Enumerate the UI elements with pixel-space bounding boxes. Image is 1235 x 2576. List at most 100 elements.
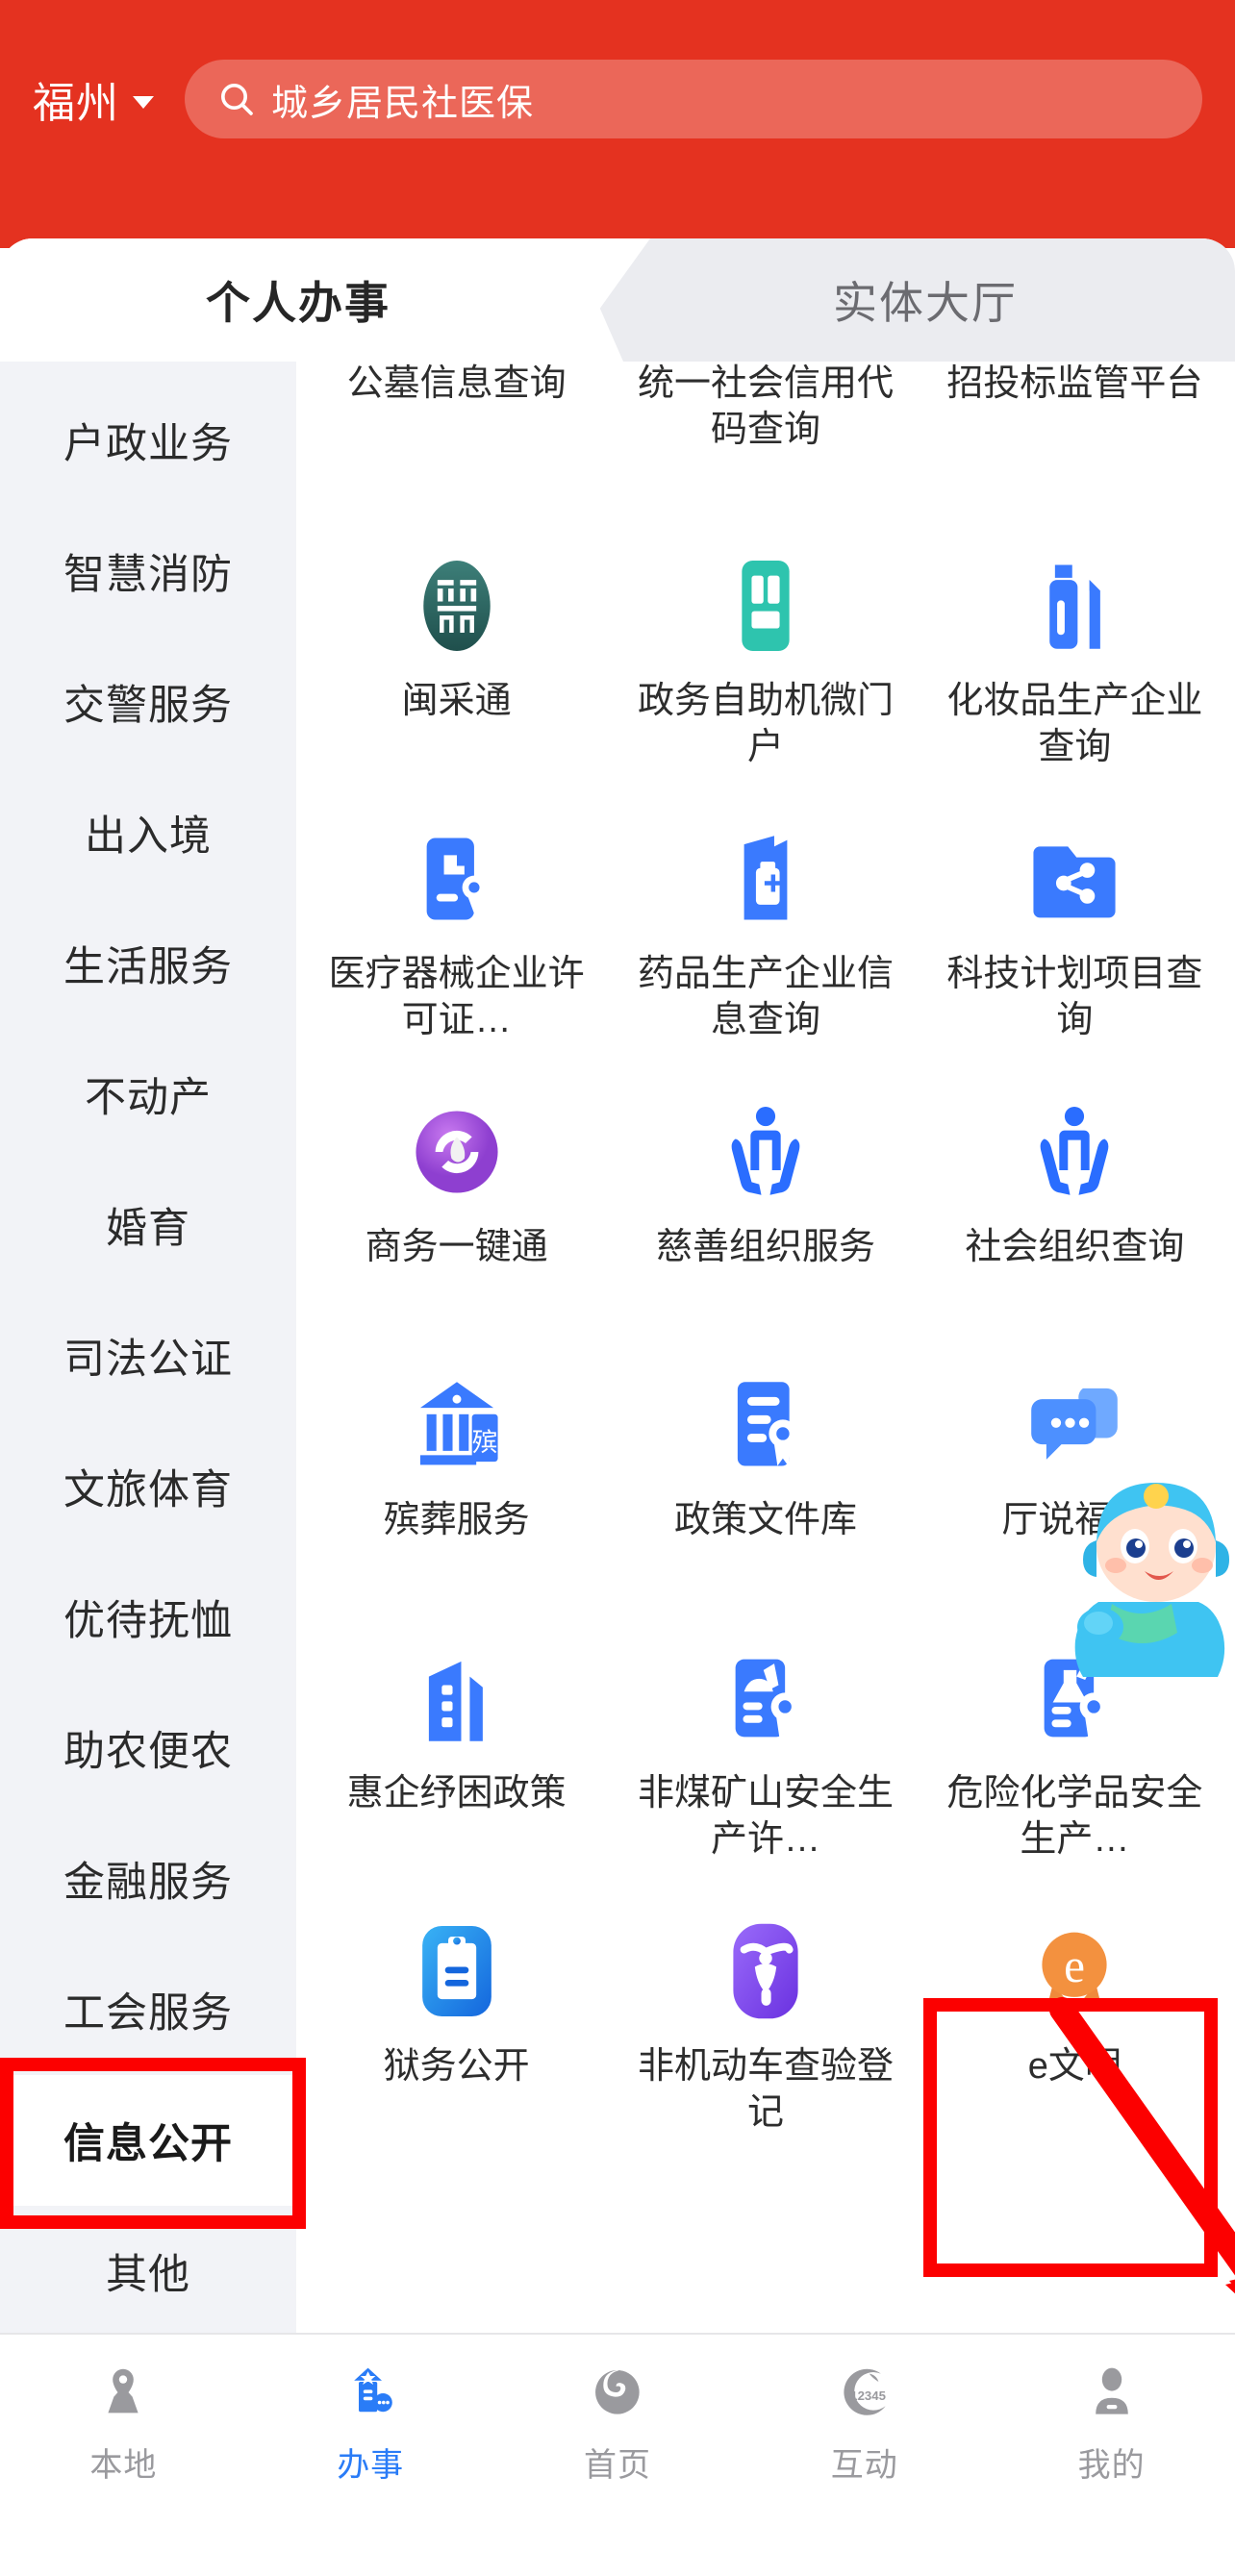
- service-cell[interactable]: 厅说福建: [920, 1354, 1229, 1627]
- search-input-value[interactable]: 城乡居民社医保: [271, 73, 534, 126]
- service-cell[interactable]: 医疗器械企业许可证…: [302, 808, 611, 1081]
- chat-bubbles-icon: [1019, 1369, 1130, 1481]
- tab-label: 实体大厅: [833, 278, 1018, 328]
- tab-personal-services[interactable]: 个人办事: [0, 238, 596, 362]
- service-cell[interactable]: 政策文件库: [611, 1354, 920, 1627]
- service-cell-label: 科技计划项目查询: [946, 954, 1203, 1040]
- tab-physical-hall[interactable]: 实体大厅: [616, 238, 1235, 362]
- sidebar-item-label: 助农便农: [63, 1729, 233, 1775]
- sidebar-item[interactable]: 金融服务: [0, 1813, 296, 1944]
- category-sidebar[interactable]: 户政业务智慧消防交警服务出入境生活服务不动产 婚育司法公证文旅体育优待抚恤助农便农…: [0, 362, 296, 2333]
- city-label: 福州: [33, 80, 119, 127]
- bottom-nav-label: 本地: [89, 2447, 158, 2484]
- hotline-12345-icon: 12345: [833, 2362, 896, 2425]
- service-cell[interactable]: 非煤矿山安全生产许…: [611, 1627, 920, 1900]
- service-cell-label: 慈善组织服务: [655, 1227, 875, 1267]
- service-cell[interactable]: 政务自助机微门户: [611, 535, 920, 808]
- header-row: 福州 城乡居民社医保: [0, 46, 1235, 152]
- service-cell-label: 社会组织查询: [965, 1227, 1185, 1267]
- medical-device-license-icon: [401, 823, 513, 935]
- sidebar-item-label: 文旅体育: [63, 1467, 233, 1513]
- sidebar-item-label: 出入境: [85, 813, 212, 860]
- tab-bar: 个人办事 实体大厅: [0, 238, 1235, 362]
- sidebar-item-label: 工会服务: [63, 1990, 233, 2037]
- sidebar-item-label: 金融服务: [63, 1860, 233, 1906]
- service-cell[interactable]: 统一社会信用代码查询: [611, 362, 920, 535]
- service-cell-label: 公墓信息查询: [346, 363, 567, 404]
- sidebar-item[interactable]: 智慧消防: [0, 506, 296, 637]
- service-cell-label: 狱务公开: [383, 2046, 530, 2087]
- sidebar-item[interactable]: 生活服务: [0, 898, 296, 1029]
- bottom-nav-item[interactable]: 办事: [247, 2362, 494, 2486]
- app-root: 福州 城乡居民社医保 个人办事 实体大厅 户政业务 智慧消防 交警服务 出入境 …: [0, 0, 1235, 2576]
- service-cell[interactable]: 危险化学品安全生产…: [920, 1627, 1229, 1900]
- sidebar-item-label: 户政业务: [63, 421, 233, 467]
- sidebar-item[interactable]: 不动产: [0, 1029, 296, 1160]
- sidebar-item-label: 其他: [106, 2252, 190, 2298]
- bottom-nav-label: 办事: [337, 2447, 405, 2484]
- service-cell-label: 商务一键通: [365, 1227, 548, 1267]
- service-grid-wrapper: 公墓信息查询 统一社会信用代码查询 招投标监管平台闽采通 政务自助机微门户 化妆品生产企…: [296, 362, 1235, 2333]
- sidebar-item[interactable]: 信息公开: [0, 2075, 296, 2206]
- sidebar-item[interactable]: 出入境: [0, 767, 296, 898]
- service-cell[interactable]: 药品生产企业信息查询: [611, 808, 920, 1081]
- body-area: 户政业务智慧消防交警服务出入境生活服务不动产 婚育司法公证文旅体育优待抚恤助农便农…: [0, 362, 1235, 2333]
- sidebar-item-label: 生活服务: [63, 944, 233, 990]
- hazchem-license-icon: [1019, 1642, 1130, 1754]
- service-cell-label: 非机动车查验登记: [637, 2046, 894, 2133]
- search-bar[interactable]: 城乡居民社医保: [185, 60, 1202, 138]
- science-folder-icon: [1019, 823, 1130, 935]
- service-cell[interactable]: 非机动车查验登记: [611, 1900, 920, 2173]
- bottom-nav-item[interactable]: 12345 互动: [741, 2362, 988, 2486]
- city-selector[interactable]: 福州: [33, 68, 154, 130]
- ebike-icon: [710, 1915, 821, 2027]
- bottom-nav-label: 首页: [583, 2447, 651, 2484]
- sidebar-item[interactable]: 婚育: [0, 1160, 296, 1290]
- sidebar-item[interactable]: 司法公证: [0, 1290, 296, 1421]
- app-header: 福州 城乡居民社医保: [0, 0, 1235, 248]
- sidebar-item[interactable]: 户政业务: [0, 375, 296, 506]
- mine-safety-license-icon: [710, 1642, 821, 1754]
- service-cell[interactable]: 公墓信息查询: [302, 362, 611, 535]
- service-cell[interactable]: 惠企纾困政策: [302, 1627, 611, 1900]
- service-cell[interactable]: 闽采通: [302, 535, 611, 808]
- service-cell[interactable]: 科技计划项目查询: [920, 808, 1229, 1081]
- bottom-nav-item[interactable]: 本地: [0, 2362, 247, 2486]
- service-cell-label: 非煤矿山安全生产许…: [637, 1773, 894, 1860]
- service-cell-label: 殡葬服务: [383, 1500, 530, 1540]
- service-cell[interactable]: 化妆品生产企业查询: [920, 535, 1229, 808]
- service-cell[interactable]: 殡殡葬服务: [302, 1354, 611, 1627]
- bottom-nav-item[interactable]: 我的: [988, 2362, 1235, 2486]
- service-building-icon: [339, 2362, 402, 2425]
- drug-factory-icon: [710, 823, 821, 935]
- e-civilization-medal-icon: e: [1019, 1915, 1130, 2027]
- bottom-navigation[interactable]: 本地 办事 首页 12345 互动 我的: [0, 2333, 1235, 2576]
- sidebar-item[interactable]: 其他: [0, 2206, 296, 2333]
- service-cell[interactable]: 社会组织查询: [920, 1081, 1229, 1354]
- bottom-nav-item[interactable]: 首页: [494, 2362, 742, 2486]
- funeral-hall-icon: 殡: [401, 1369, 513, 1481]
- service-cell[interactable]: 慈善组织服务: [611, 1081, 920, 1354]
- service-cell-label: 化妆品生产企业查询: [946, 681, 1203, 767]
- sidebar-item[interactable]: 文旅体育: [0, 1421, 296, 1552]
- sidebar-item-label: 信息公开: [63, 2121, 233, 2167]
- sidebar-item[interactable]: 优待抚恤: [0, 1552, 296, 1683]
- commerce-onekey-icon: [401, 1096, 513, 1208]
- svg-text:e: e: [1064, 1939, 1085, 1992]
- sidebar-item[interactable]: 工会服务: [0, 1944, 296, 2075]
- mincaitong-icon: [401, 550, 513, 662]
- sidebar-item-label: 司法公证: [63, 1337, 233, 1383]
- sidebar-item[interactable]: 助农便农: [0, 1683, 296, 1813]
- service-cell-label: 闽采通: [401, 681, 512, 721]
- sidebar-item-label: 交警服务: [63, 683, 233, 729]
- service-cell[interactable]: 招投标监管平台: [920, 362, 1229, 535]
- tab-label: 个人办事: [206, 278, 391, 328]
- search-icon: [217, 80, 256, 118]
- sidebar-item[interactable]: 交警服务: [0, 637, 296, 767]
- social-org-hands-icon: [1019, 1096, 1130, 1208]
- service-cell[interactable]: 商务一键通: [302, 1081, 611, 1354]
- home-spiral-icon: [586, 2362, 649, 2425]
- service-cell[interactable]: e e文明: [920, 1900, 1229, 2173]
- chevron-down-icon: [133, 95, 154, 109]
- service-cell[interactable]: 狱务公开: [302, 1900, 611, 2173]
